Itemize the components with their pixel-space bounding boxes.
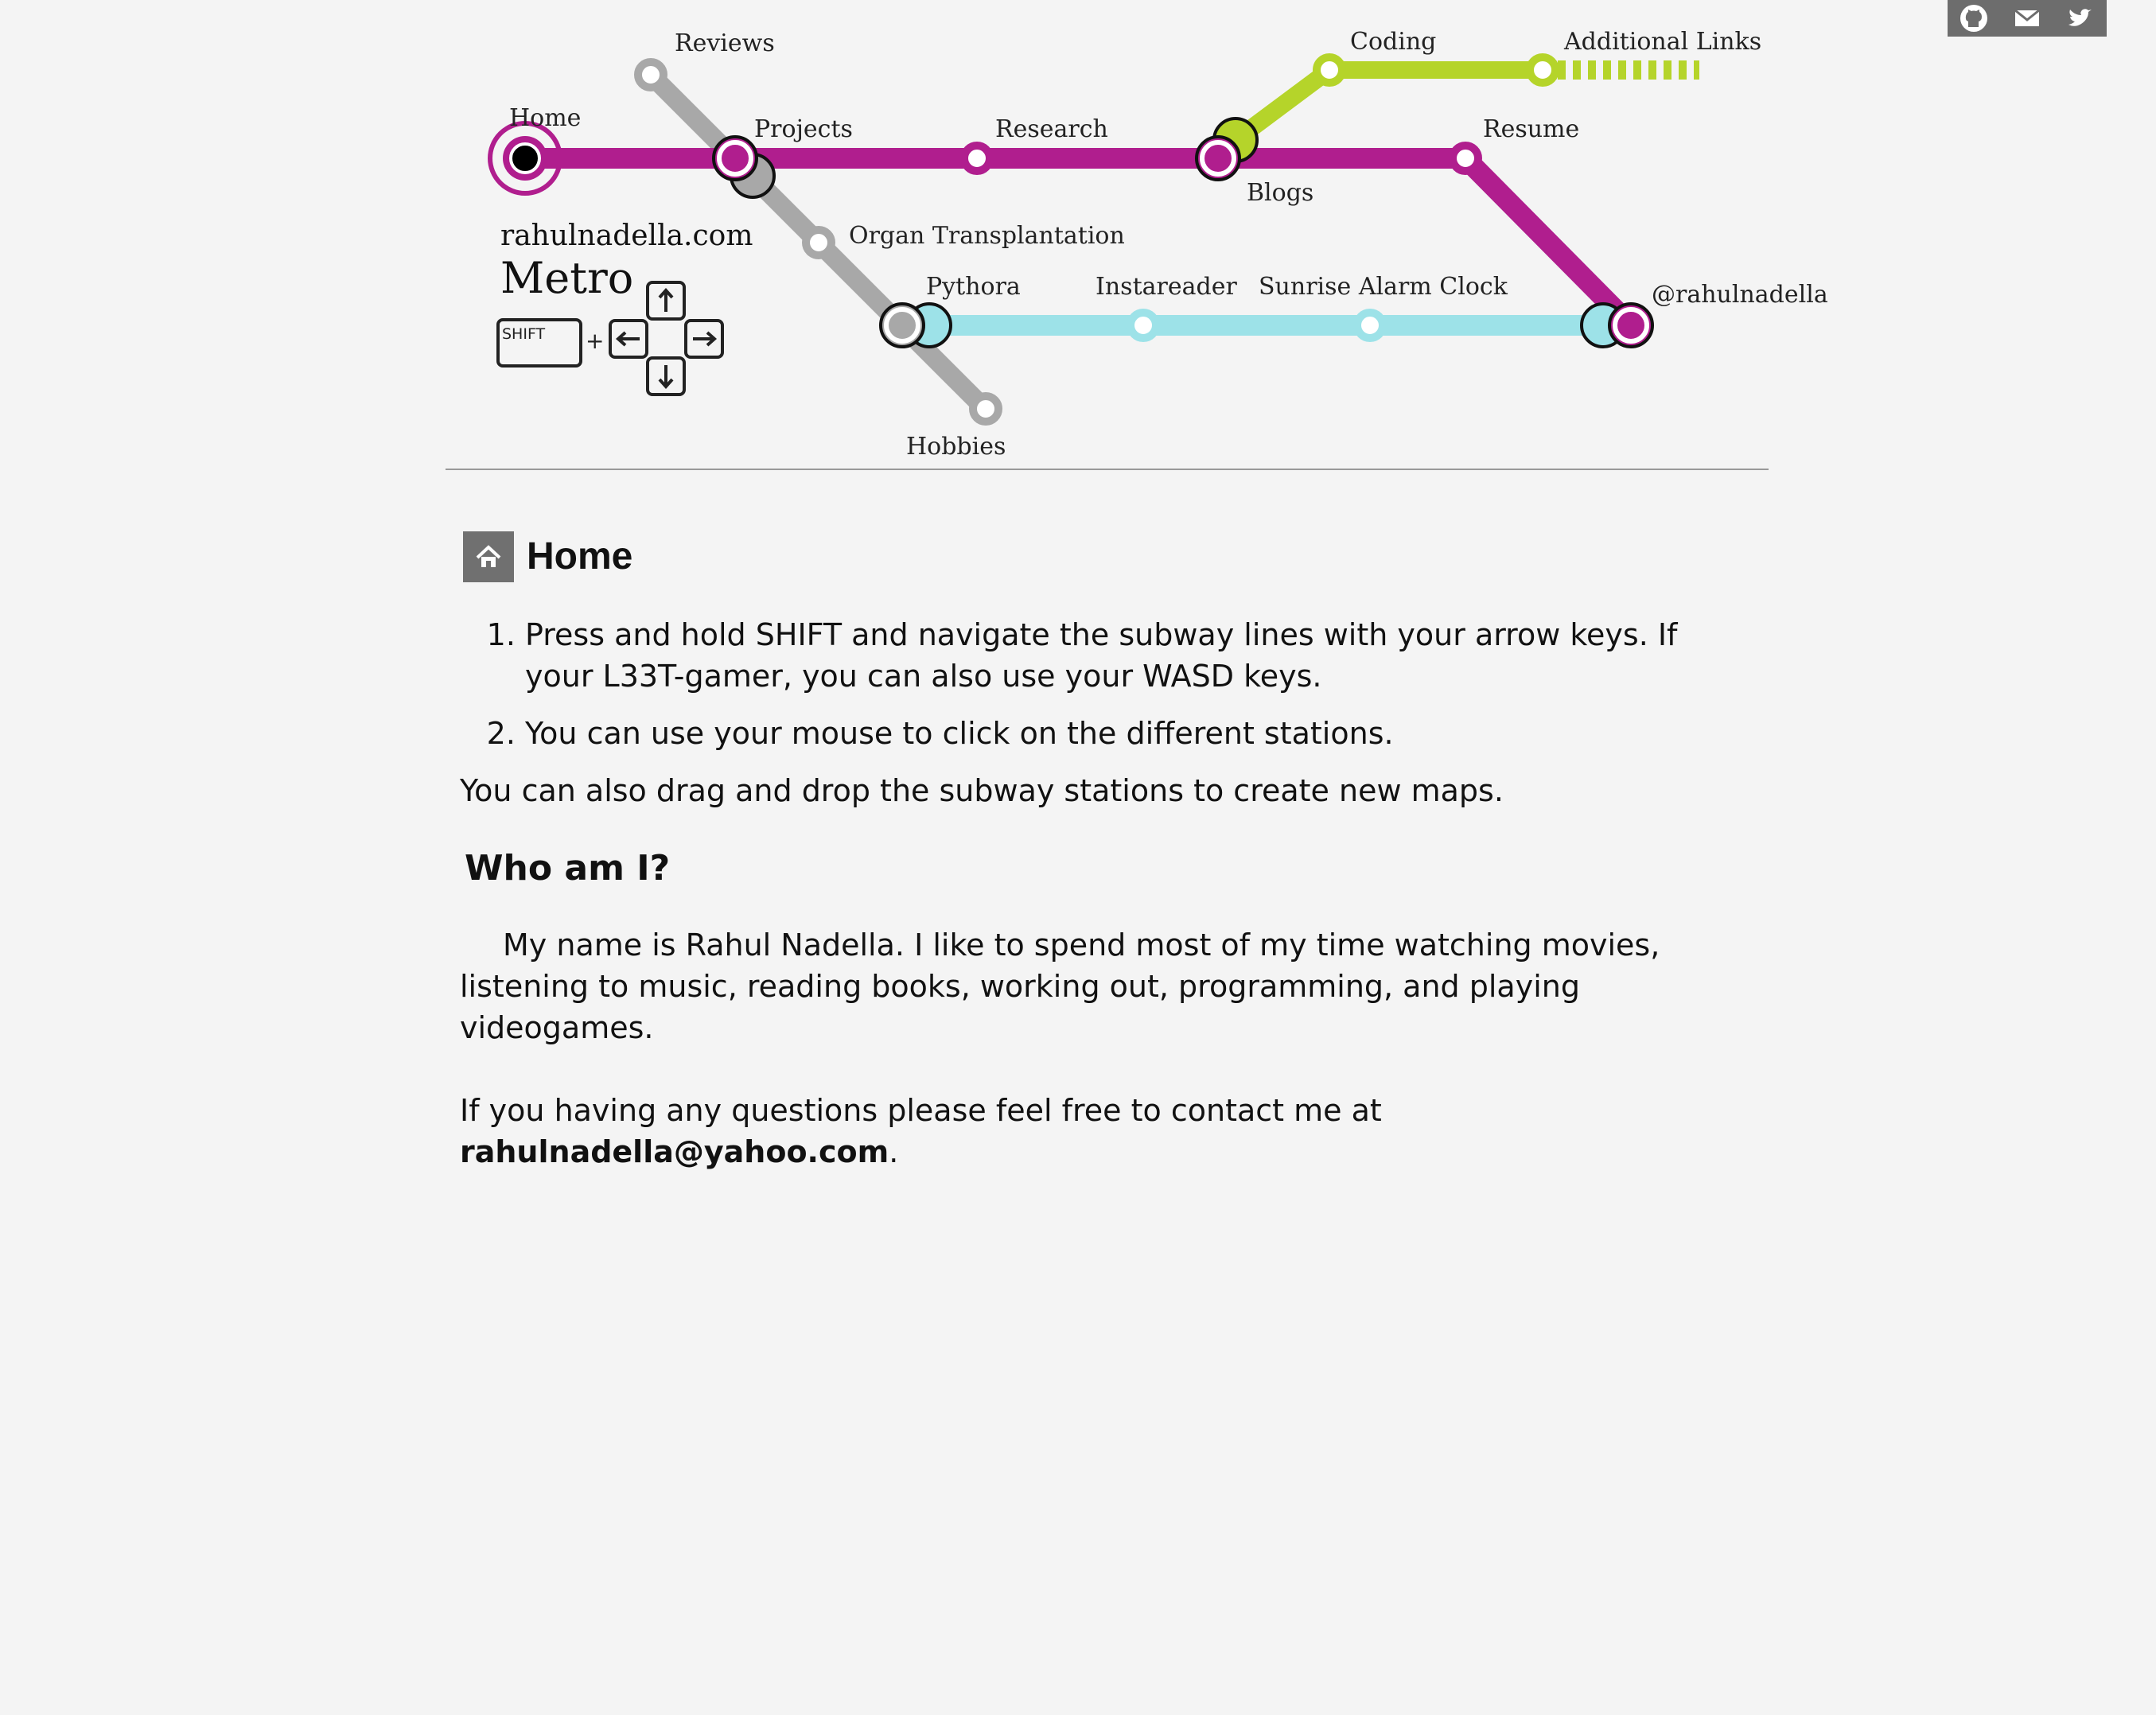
station-organ-transplantation-marker[interactable]	[802, 226, 835, 259]
instruction-item: Press and hold SHIFT and navigate the su…	[525, 614, 1701, 697]
instruction-item: You can use your mouse to click on the d…	[525, 713, 1701, 754]
bio-paragraph: My name is Rahul Nadella. I like to spen…	[460, 928, 1660, 1045]
station-instareader-label[interactable]: Instareader	[1096, 273, 1237, 301]
station-research-marker[interactable]	[960, 142, 994, 175]
station-instareader-marker[interactable]	[1127, 309, 1160, 342]
map-divider	[446, 469, 1769, 470]
station-twitter-label[interactable]: @rahulnadella	[1652, 281, 1828, 309]
page-title: Home	[527, 535, 633, 578]
station-projects-marker[interactable]	[712, 135, 776, 199]
instructions-list: Press and hold SHIFT and navigate the su…	[460, 614, 1701, 754]
station-home-label[interactable]: Home	[509, 104, 581, 132]
arrow-left-key-icon	[609, 319, 648, 359]
station-reviews-marker[interactable]	[634, 58, 667, 91]
station-resume-label[interactable]: Resume	[1483, 115, 1579, 143]
station-twitter-marker[interactable]	[1580, 302, 1654, 348]
who-am-i-heading: Who am I?	[465, 848, 671, 889]
contact-paragraph: If you having any questions please feel …	[460, 1090, 1701, 1172]
page-heading: Home	[460, 531, 1701, 582]
station-resume-marker[interactable]	[1449, 142, 1482, 175]
arrow-down-key-icon	[646, 356, 686, 396]
metro-title: Metro	[500, 253, 633, 303]
station-organ-transplantation-label[interactable]: Organ Transplantation	[849, 222, 1125, 250]
station-projects-label[interactable]: Projects	[754, 115, 853, 143]
station-additional-links-label[interactable]: Additional Links	[1563, 28, 1761, 56]
station-hobbies-label[interactable]: Hobbies	[906, 433, 1006, 461]
drag-drop-text: You can also drag and drop the subway st…	[460, 773, 1504, 808]
station-research-label[interactable]: Research	[995, 115, 1108, 143]
station-blogs-marker[interactable]	[1195, 117, 1259, 181]
main-content: Home Press and hold SHIFT and navigate t…	[460, 509, 1701, 1172]
station-coding-marker[interactable]	[1313, 53, 1346, 87]
contact-suffix: .	[889, 1134, 899, 1169]
shift-key-label: SHIFT	[502, 325, 546, 343]
plus-sign: +	[586, 328, 604, 354]
metro-map: Home Reviews Projects Research Blogs Cod…	[488, 28, 1828, 461]
station-additional-links-marker[interactable]	[1526, 53, 1559, 87]
station-sunrise-alarm-clock-label[interactable]: Sunrise Alarm Clock	[1259, 273, 1508, 301]
station-pythora-label[interactable]: Pythora	[926, 273, 1021, 301]
station-blogs-label[interactable]: Blogs	[1247, 179, 1313, 207]
station-coding-label[interactable]: Coding	[1350, 28, 1436, 56]
station-sunrise-alarm-clock-marker[interactable]	[1353, 309, 1387, 342]
code-line	[1230, 60, 1699, 147]
home-icon	[463, 531, 514, 582]
arrow-up-key-icon	[646, 281, 686, 321]
station-hobbies-marker[interactable]	[969, 392, 1002, 426]
arrow-right-key-icon	[684, 319, 724, 359]
station-reviews-label[interactable]: Reviews	[675, 29, 775, 57]
site-name: rahulnadella.com	[500, 220, 753, 252]
email-link[interactable]: rahulnadella@yahoo.com	[460, 1134, 889, 1169]
contact-prefix: If you having any questions please feel …	[460, 1093, 1382, 1128]
station-pythora-marker[interactable]	[879, 302, 952, 348]
